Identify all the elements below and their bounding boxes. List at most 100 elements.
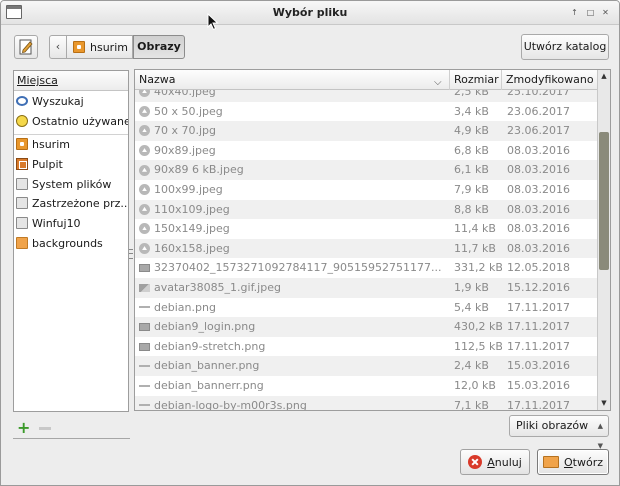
file-row[interactable]: 100x99.jpeg 7,9 kB 08.03.2016	[135, 180, 598, 200]
file-chooser-dialog: Wybór pliku ‹ hsurim Obrazy Utwórz katal…	[0, 0, 620, 486]
file-row[interactable]: 50 x 50.jpeg 3,4 kB 23.06.2017	[135, 102, 598, 122]
file-size: 112,5 kB	[454, 339, 502, 353]
file-name: 40x40.jpeg	[154, 90, 216, 98]
column-header-name[interactable]: Nazwa ⌵	[135, 70, 450, 90]
drive-icon	[16, 178, 28, 190]
file-modified: 17.11.2017	[507, 398, 570, 410]
path-button-home[interactable]: hsurim	[67, 35, 133, 59]
place-label: hsurim	[32, 137, 70, 151]
file-size: 430,2 kB	[454, 320, 502, 334]
place-label: Zastrzeżone prz...	[32, 196, 128, 210]
file-modified: 25.10.2017	[507, 90, 570, 98]
file-modified: 17.11.2017	[507, 339, 570, 353]
chevron-left-icon: ‹	[55, 40, 61, 53]
file-name: 160x158.jpeg	[154, 241, 230, 255]
file-name-cell: 32370402_1573271092784117_90515952751177…	[139, 258, 449, 278]
path-back-button[interactable]: ‹	[49, 35, 67, 59]
file-name: 90x89 6 kB.jpeg	[154, 163, 244, 177]
place-desktop[interactable]: Pulpit	[14, 154, 128, 174]
file-row[interactable]: debian9-stretch.png 112,5 kB 17.11.2017	[135, 337, 598, 357]
file-row[interactable]: debian-logo-by-m00r3s.png 7,1 kB 17.11.201…	[135, 395, 598, 410]
scrollbar-thumb[interactable]	[599, 132, 609, 270]
file-row[interactable]: avatar38085_1.gif.jpeg 1,9 kB 15.12.2016	[135, 278, 598, 298]
close-icon[interactable]	[599, 6, 612, 19]
file-row[interactable]: 40x40.jpeg 2,5 kB 25.10.2017	[135, 90, 598, 102]
file-name: debian9_login.png	[154, 320, 256, 334]
file-list-header: Nazwa ⌵ Rozmiar Zmodyfikowano	[135, 70, 598, 90]
image-round-icon	[139, 105, 150, 117]
file-row[interactable]: 70 x 70.jpg 4,9 kB 23.06.2017	[135, 121, 598, 141]
scroll-down-icon[interactable]	[598, 397, 610, 410]
place-reserved[interactable]: Zastrzeżone prz...	[14, 193, 128, 213]
file-name: 110x109.jpeg	[154, 202, 230, 216]
file-row[interactable]: 160x158.jpeg 11,7 kB 08.03.2016	[135, 238, 598, 259]
file-name-cell: 90x89 6 kB.jpeg	[139, 160, 449, 180]
file-name-cell: 40x40.jpeg	[139, 90, 449, 102]
file-row[interactable]: debian_bannerr.png 12,0 kB 15.03.2016	[135, 376, 598, 396]
open-folder-icon	[542, 456, 559, 468]
file-row[interactable]: 32370402_1573271092784117_90515952751177…	[135, 258, 598, 278]
maximize-icon[interactable]	[584, 6, 597, 19]
file-row[interactable]: 150x149.jpeg 11,4 kB 08.03.2016	[135, 219, 598, 239]
open-button[interactable]: Otwórz	[537, 449, 609, 475]
file-row[interactable]: 110x109.jpeg 8,8 kB 08.03.2016	[135, 199, 598, 220]
file-row[interactable]: debian_banner.png 2,4 kB 15.03.2016	[135, 356, 598, 376]
file-modified: 08.03.2016	[507, 202, 570, 216]
file-name: 32370402_1573271092784117_90515952751177…	[154, 261, 442, 275]
path-button-current[interactable]: Obrazy	[133, 35, 185, 59]
cancel-button[interactable]: Anuluj	[460, 449, 530, 475]
place-home[interactable]: hsurim	[14, 134, 128, 154]
column-header-modified[interactable]: Zmodyfikowano	[502, 70, 598, 90]
file-modified: 17.11.2017	[507, 300, 570, 314]
place-winfuj10[interactable]: Winfuj10	[14, 213, 128, 233]
image-round-icon	[139, 164, 150, 176]
remove-bookmark-icon[interactable]	[39, 427, 51, 430]
title-bar[interactable]: Wybór pliku	[1, 1, 619, 25]
type-location-button[interactable]	[14, 35, 38, 59]
file-row[interactable]: 90x89 6 kB.jpeg 6,1 kB 08.03.2016	[135, 160, 598, 180]
mouse-cursor-icon	[207, 13, 219, 31]
places-header[interactable]: Miejsca	[14, 71, 128, 91]
file-name-cell: 50 x 50.jpeg	[139, 102, 449, 122]
create-folder-button[interactable]: Utwórz katalog	[521, 34, 609, 60]
file-row[interactable]: debian9_login.png 430,2 kB 17.11.2017	[135, 317, 598, 337]
recent-icon	[16, 115, 28, 127]
file-size: 5,4 kB	[454, 300, 489, 314]
file-name-cell: 70 x 70.jpg	[139, 121, 449, 141]
file-size: 12,0 kB	[454, 379, 496, 392]
place-recent[interactable]: Ostatnio używane	[14, 111, 128, 131]
image-thumb-icon	[139, 264, 150, 273]
file-modified: 23.06.2017	[507, 124, 570, 138]
image-round-icon	[139, 125, 150, 137]
file-type-filter[interactable]: Pliki obrazów ▲ ▼	[509, 415, 609, 450]
file-name-cell: 150x149.jpeg	[139, 219, 449, 239]
file-name-cell: debian_banner.png	[139, 356, 449, 376]
file-name: debian9-stretch.png	[154, 339, 266, 353]
file-modified: 08.03.2016	[507, 163, 570, 177]
file-name-cell: debian-logo-by-m00r3s.png	[139, 396, 449, 410]
place-label: System plików	[32, 177, 112, 191]
scroll-up-icon[interactable]	[598, 70, 610, 83]
file-row[interactable]: debian.png 5,4 kB 17.11.2017	[135, 298, 598, 318]
pane-resize-handle[interactable]	[129, 249, 133, 259]
file-size: 331,2 kB	[454, 261, 502, 275]
file-name-cell: 90x89.jpeg	[139, 141, 449, 161]
place-label: Ostatnio używane	[32, 114, 128, 128]
file-name: debian_bannerr.png	[154, 379, 264, 392]
file-row[interactable]: 90x89.jpeg 6,8 kB 08.03.2016	[135, 141, 598, 161]
image-round-icon	[139, 184, 150, 196]
file-name-cell: avatar38085_1.gif.jpeg	[139, 278, 449, 298]
place-label: backgrounds	[32, 236, 103, 250]
place-search[interactable]: Wyszukaj	[14, 91, 128, 111]
file-name: debian-logo-by-m00r3s.png	[154, 398, 307, 410]
file-name: 90x89.jpeg	[154, 143, 216, 157]
place-backgrounds[interactable]: backgrounds	[14, 233, 128, 253]
place-filesystem[interactable]: System plików	[14, 174, 128, 194]
file-size: 3,4 kB	[454, 104, 489, 118]
file-list-scrollbar[interactable]	[597, 70, 610, 410]
shade-icon[interactable]	[568, 6, 581, 19]
file-size: 8,8 kB	[454, 202, 489, 216]
column-header-size[interactable]: Rozmiar	[450, 70, 502, 90]
file-name: 50 x 50.jpeg	[154, 104, 223, 118]
add-bookmark-icon[interactable]: +	[17, 420, 31, 436]
